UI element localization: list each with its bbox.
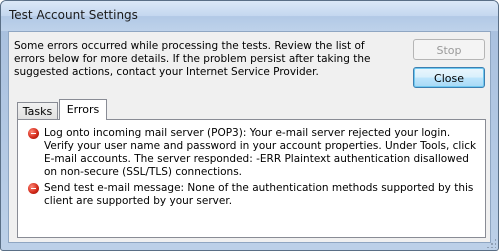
list-item: Send test e-mail message: None of the au… <box>28 182 480 208</box>
errors-panel: Log onto incoming mail server (POP3): Yo… <box>17 119 486 238</box>
window-title: Test Account Settings <box>9 8 138 22</box>
tab-errors[interactable]: Errors <box>59 99 107 120</box>
error-text: Send test e-mail message: None of the au… <box>44 182 474 207</box>
status-message: Some errors occurred while processing th… <box>14 40 371 78</box>
stop-button[interactable]: Stop <box>413 39 485 60</box>
close-button[interactable]: Close <box>413 67 485 88</box>
dialog-body: Some errors occurred while processing th… <box>8 31 491 243</box>
tab-tasks[interactable]: Tasks <box>17 102 58 119</box>
error-text: Log onto incoming mail server (POP3): Yo… <box>44 127 477 178</box>
list-item: Log onto incoming mail server (POP3): Yo… <box>28 127 480 179</box>
error-list: Log onto incoming mail server (POP3): Yo… <box>28 127 480 211</box>
error-icon <box>28 128 39 139</box>
title-bar[interactable]: Test Account Settings <box>1 1 498 31</box>
dialog-window: Test Account Settings Some errors occurr… <box>0 0 499 251</box>
error-icon <box>28 183 39 194</box>
